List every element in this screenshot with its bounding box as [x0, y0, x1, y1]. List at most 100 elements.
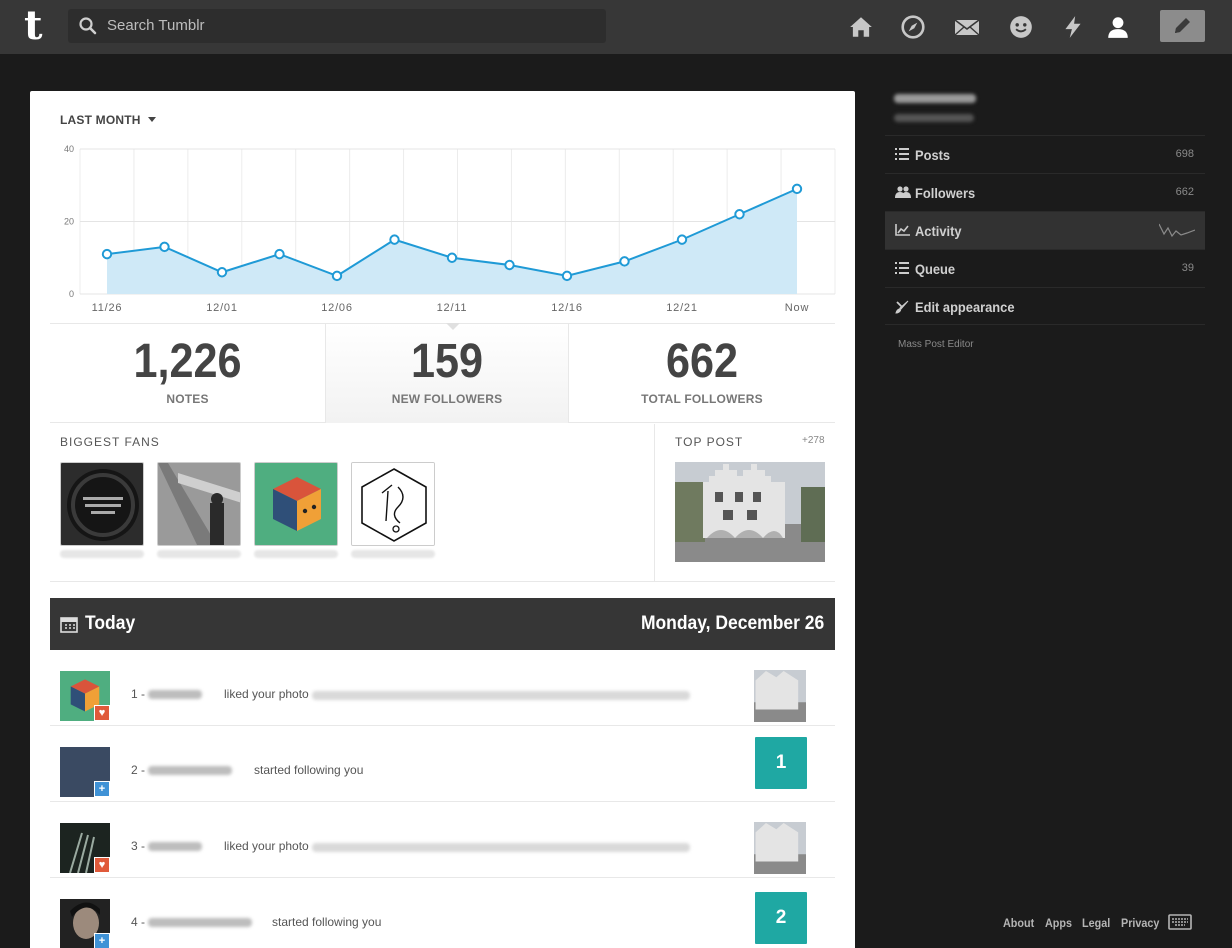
fan-name-1 [60, 550, 144, 558]
mail-icon[interactable] [953, 14, 981, 40]
follower-count-square: 2 [755, 892, 807, 944]
footer-link-about[interactable]: About [1003, 916, 1034, 930]
row-action: started following you [272, 915, 382, 929]
today-label: Today [85, 613, 136, 634]
section-divider [654, 424, 655, 581]
y-tick-label: 0 [69, 289, 74, 299]
data-point [159, 241, 170, 253]
data-point [446, 252, 458, 263]
plus-badge-icon: + [94, 781, 110, 797]
row-post-thumb[interactable] [754, 822, 806, 874]
footer-link-privacy[interactable]: Privacy [1121, 916, 1159, 930]
sidebar-item-count: 698 [1175, 148, 1194, 160]
data-point [389, 234, 400, 245]
fans-section: BIGGEST FANS TOP POST +278 [50, 424, 835, 582]
heart-badge-icon: ♥ [94, 857, 110, 873]
series-area [107, 188, 797, 294]
today-date: Monday, December 26 [640, 613, 824, 634]
top-post-image[interactable] [675, 462, 825, 562]
activity-row: ♥ 1 - liked your photo [50, 650, 835, 726]
stat-total-followers-value: 662 [665, 335, 739, 388]
sidebar-item-activity[interactable]: Activity [885, 211, 1205, 249]
data-point [274, 248, 285, 260]
pencil-icon [1175, 18, 1190, 33]
sidebar-item-label: Edit appearance [915, 299, 1015, 315]
top-post-title: TOP POST [675, 435, 744, 449]
queue-icon [895, 262, 909, 274]
list-icon [895, 148, 909, 160]
row-index: 2 - [131, 763, 233, 777]
range-label: LAST MONTH [60, 113, 141, 127]
tumblr-logo[interactable]: t [24, 6, 54, 46]
fan-name-2 [157, 550, 241, 558]
top-post-notes: +278 [802, 435, 825, 446]
fan-avatar-2[interactable] [157, 462, 241, 546]
data-point [561, 270, 573, 282]
stat-new-followers[interactable]: 159 NEW FOLLOWERS [325, 324, 569, 423]
sidebar-item-edit-appearance[interactable]: Edit appearance [885, 287, 1205, 325]
footer-link-legal[interactable]: Legal [1082, 916, 1110, 930]
fan-avatar-3[interactable] [254, 462, 338, 546]
data-point [734, 209, 745, 220]
data-point [101, 248, 113, 260]
fan-avatar-4[interactable] [351, 462, 435, 546]
sidebar-item-followers[interactable]: Followers 662 [885, 173, 1205, 211]
x-tick-label: 11/26 [92, 302, 123, 314]
y-tick-label: 20 [64, 217, 74, 227]
sidebar-item-posts[interactable]: Posts 698 [885, 135, 1205, 173]
row-post-thumb[interactable] [754, 670, 806, 722]
fan-name-4 [351, 550, 435, 558]
top-bar: t Search Tumblr [0, 0, 1232, 54]
lightning-icon[interactable] [1060, 14, 1086, 40]
heart-badge-icon: ♥ [94, 705, 110, 721]
smiley-icon[interactable] [1008, 14, 1034, 40]
data-point [216, 267, 228, 278]
search-box[interactable]: Search Tumblr [68, 9, 606, 43]
y-tick-label: 40 [64, 144, 74, 154]
stat-total-followers[interactable]: 662 TOTAL FOLLOWERS [569, 324, 835, 423]
plus-badge-icon: + [94, 933, 110, 948]
row-action: liked your photo [224, 687, 309, 701]
stat-new-followers-label: NEW FOLLOWERS [391, 392, 503, 406]
caret-down-icon [147, 117, 156, 122]
x-tick-label: 12/01 [206, 302, 238, 314]
data-point [676, 234, 688, 245]
follower-count-square: 1 [755, 737, 807, 789]
blog-name-blurred[interactable] [894, 94, 976, 103]
row-index: 4 - [131, 915, 253, 929]
row-action: started following you [254, 763, 364, 777]
fan-name-3 [254, 550, 338, 558]
keyboard-icon[interactable] [1168, 914, 1192, 930]
home-icon[interactable] [848, 14, 874, 40]
search-icon [79, 17, 97, 35]
sidebar-item-label: Activity [915, 223, 962, 239]
stat-notes-label: NOTES [166, 392, 209, 406]
selected-notch [446, 323, 460, 330]
sidebar-item-label: Queue [915, 261, 956, 277]
row-index: 1 - [131, 687, 203, 701]
activity-chart: 0 20 40 11/26 12/01 12/06 12/11 12/16 12/21 Now [64, 144, 836, 314]
biggest-fans-title: BIGGEST FANS [60, 435, 160, 449]
compose-button[interactable] [1160, 10, 1205, 42]
stat-notes[interactable]: 1,226 NOTES [50, 324, 325, 423]
fan-avatar-1[interactable] [60, 462, 144, 546]
data-point [504, 259, 515, 271]
people-icon [895, 186, 911, 198]
x-tick-label: 12/21 [666, 302, 698, 314]
search-placeholder: Search Tumblr [107, 17, 205, 34]
activity-card: LAST MONTH 0 20 40 11/26 12/01 12/06 12/11 12/1… [30, 91, 855, 948]
mass-post-editor-link[interactable]: Mass Post Editor [898, 339, 974, 350]
sidebar-item-queue[interactable]: Queue 39 [885, 249, 1205, 287]
x-tick-label: 12/16 [551, 302, 583, 314]
range-dropdown[interactable]: LAST MONTH [60, 113, 156, 127]
footer-link-apps[interactable]: Apps [1045, 916, 1072, 930]
calendar-icon [60, 617, 78, 633]
compass-icon[interactable] [900, 14, 926, 40]
sidebar-item-count: 39 [1181, 262, 1194, 274]
chart-icon [895, 224, 910, 236]
data-point [791, 183, 803, 195]
chevron-right-icon [896, 301, 903, 313]
data-point [331, 270, 343, 282]
stat-total-followers-label: TOTAL FOLLOWERS [641, 392, 763, 406]
account-icon[interactable] [1105, 14, 1131, 40]
